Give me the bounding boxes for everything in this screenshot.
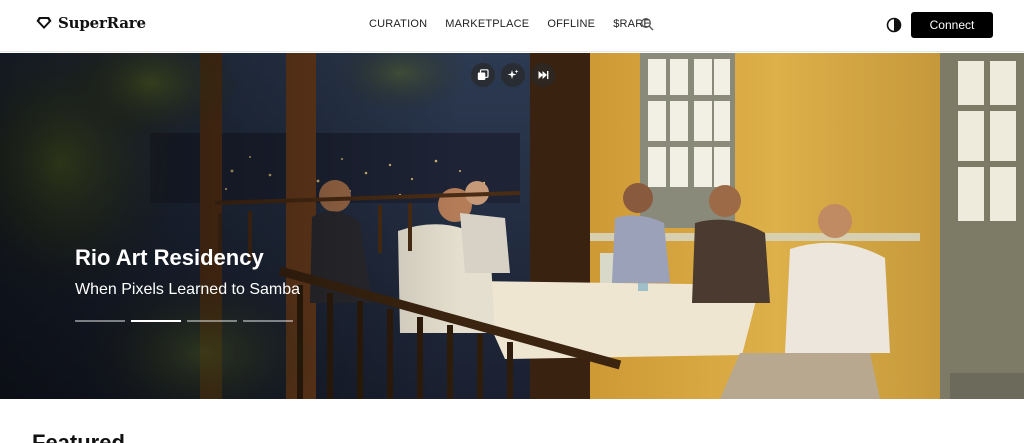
nav-item-curation[interactable]: CURATION [369,18,427,30]
connect-button[interactable]: Connect [911,12,993,38]
skip-forward-icon[interactable] [531,63,555,87]
slide-indicator-4[interactable] [243,320,293,322]
slide-indicator-1[interactable] [75,320,125,322]
diamond-logo-icon [36,17,52,29]
top-navigation-bar: SuperRare CURATION MARKETPLACE OFFLINE $… [0,0,1024,52]
brand-logo[interactable]: SuperRare [36,14,146,32]
hero-title[interactable]: Rio Art Residency [75,245,264,271]
hero-banner[interactable]: Rio Art Residency When Pixels Learned to… [0,53,1024,399]
nav-item-marketplace[interactable]: MARKETPLACE [445,18,529,30]
hero-subtitle: When Pixels Learned to Samba [75,281,301,298]
sparkle-icon[interactable] [501,63,525,87]
brand-name: SuperRare [58,14,146,32]
search-icon[interactable] [640,17,654,31]
hero-controls [471,63,555,87]
slide-indicator-3[interactable] [187,320,237,322]
main-nav: CURATION MARKETPLACE OFFLINE $RARE [369,18,669,30]
slide-indicators [75,320,293,322]
slide-indicator-2[interactable] [131,320,181,322]
hero-gradient-overlay [0,53,1024,399]
section-title-featured: Featured [32,430,125,443]
gallery-icon[interactable] [471,63,495,87]
nav-item-offline[interactable]: OFFLINE [547,18,595,30]
contrast-icon[interactable] [886,17,902,33]
